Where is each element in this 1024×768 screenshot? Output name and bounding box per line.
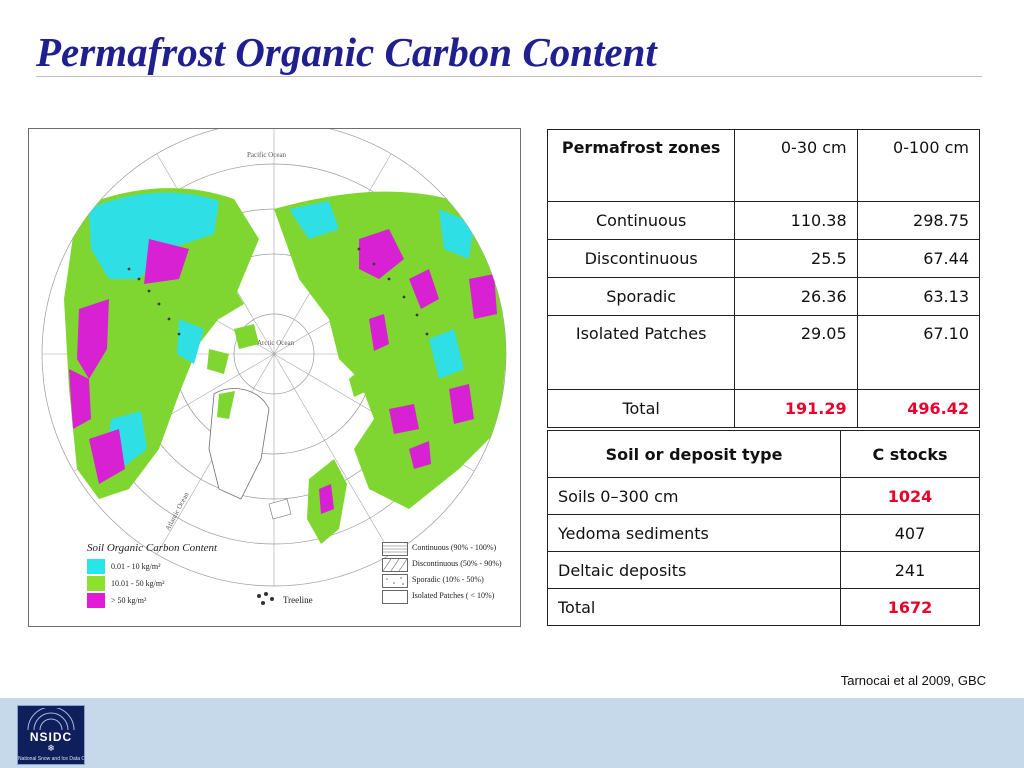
permafrost-extent-legend: Continuous (90% - 100%) Discontinuous (5…: [382, 542, 517, 606]
table-row: Sporadic 26.36 63.13: [546, 277, 981, 316]
deposit-type: Deltaic deposits: [547, 551, 841, 589]
logo-text: NSIDC: [29, 730, 73, 744]
table-row: Deltaic deposits 241: [547, 551, 980, 589]
table-row: Isolated Patches 29.05 67.10: [546, 315, 981, 390]
legend-label-low: 0.01 - 10 kg/m²: [111, 562, 161, 571]
snowflake-icon: ❄: [47, 744, 55, 754]
total-label: Total: [547, 588, 841, 626]
legend-swatch-medium: [87, 576, 105, 591]
table-total-row: Total 1672: [547, 588, 980, 626]
logo-subtext: National Snow and Ice Data Center: [18, 756, 85, 762]
header-zones: Permafrost zones: [546, 129, 736, 202]
table-header-row: Soil or deposit type C stocks: [547, 430, 980, 478]
value-0-100cm: 67.10: [856, 315, 981, 390]
footer-bar: [0, 698, 1024, 768]
nsidc-logo: NSIDC ❄ National Snow and Ice Data Cente…: [17, 705, 85, 765]
value-0-30cm: 26.36: [734, 277, 858, 316]
logo-arc-graphic: [27, 708, 75, 731]
carbon-stocks-table: Soil or deposit type C stocks Soils 0–30…: [547, 430, 980, 626]
value-0-30cm: 25.5: [734, 239, 858, 278]
slide-title: Permafrost Organic Carbon Content: [36, 29, 657, 75]
zone-name: Discontinuous: [546, 239, 736, 278]
discontinuous-pattern-swatch: [382, 558, 408, 572]
continuous-pattern-swatch: [382, 542, 408, 556]
permafrost-zones-table: Permafrost zones 0-30 cm 0-100 cm Contin…: [546, 129, 981, 428]
header-0-100cm: 0-100 cm: [856, 129, 981, 202]
legend-label-medium: 10.01 - 50 kg/m²: [111, 579, 165, 588]
permafrost-carbon-map: Pacific Ocean Arctic Ocean Atlantic Ocea…: [28, 128, 521, 627]
legend-title: Soil Organic Carbon Content: [87, 542, 218, 554]
table-row: Yedoma sediments 407: [547, 514, 980, 552]
total-0-100cm: 496.42: [856, 389, 981, 428]
treeline-label: Treeline: [283, 595, 313, 605]
pacific-ocean-label: Pacific Ocean: [247, 151, 287, 159]
value-0-100cm: 67.44: [856, 239, 981, 278]
total-0-30cm: 191.29: [734, 389, 858, 428]
zone-name: Sporadic: [546, 277, 736, 316]
legend-continuous: Continuous (90% - 100%): [412, 543, 497, 552]
zone-name: Continuous: [546, 201, 736, 240]
legend-isolated-patches: Isolated Patches ( < 10%): [412, 591, 495, 600]
value-0-30cm: 29.05: [734, 315, 858, 390]
c-stock-value: 1024: [840, 477, 980, 515]
header-0-30cm: 0-30 cm: [734, 129, 858, 202]
legend-label-high: > 50 kg/m²: [111, 596, 147, 605]
citation: Tarnocai et al 2009, GBC: [840, 673, 986, 688]
treeline-symbol-icon: [257, 592, 274, 605]
zone-name: Isolated Patches: [546, 315, 736, 390]
value-0-100cm: 298.75: [856, 201, 981, 240]
deposit-type: Yedoma sediments: [547, 514, 841, 552]
arctic-ocean-label: Arctic Ocean: [257, 339, 295, 347]
table-total-row: Total 191.29 496.42: [546, 389, 981, 428]
total-label: Total: [546, 389, 736, 428]
value-0-30cm: 110.38: [734, 201, 858, 240]
table-row: Soils 0–300 cm 1024: [547, 477, 980, 515]
legend-swatch-high: [87, 593, 105, 608]
c-stock-value: 241: [840, 551, 980, 589]
value-0-100cm: 63.13: [856, 277, 981, 316]
sporadic-pattern-swatch: [382, 574, 408, 588]
table-row: Continuous 110.38 298.75: [546, 201, 981, 240]
table-row: Discontinuous 25.5 67.44: [546, 239, 981, 278]
table-header-row: Permafrost zones 0-30 cm 0-100 cm: [546, 129, 981, 202]
legend-sporadic: Sporadic (10% - 50%): [412, 575, 484, 584]
total-c-stock: 1672: [840, 588, 980, 626]
c-stock-value: 407: [840, 514, 980, 552]
isolated-patches-pattern-swatch: [382, 590, 408, 604]
title-divider: [36, 76, 982, 77]
header-c-stocks: C stocks: [840, 430, 980, 478]
legend-swatch-low: [87, 559, 105, 574]
legend-discontinuous: Discontinuous (50% - 90%): [412, 559, 502, 568]
header-deposit-type: Soil or deposit type: [547, 430, 841, 478]
carbon-content-legend: Soil Organic Carbon Content 0.01 - 10 kg…: [87, 542, 217, 612]
deposit-type: Soils 0–300 cm: [547, 477, 841, 515]
